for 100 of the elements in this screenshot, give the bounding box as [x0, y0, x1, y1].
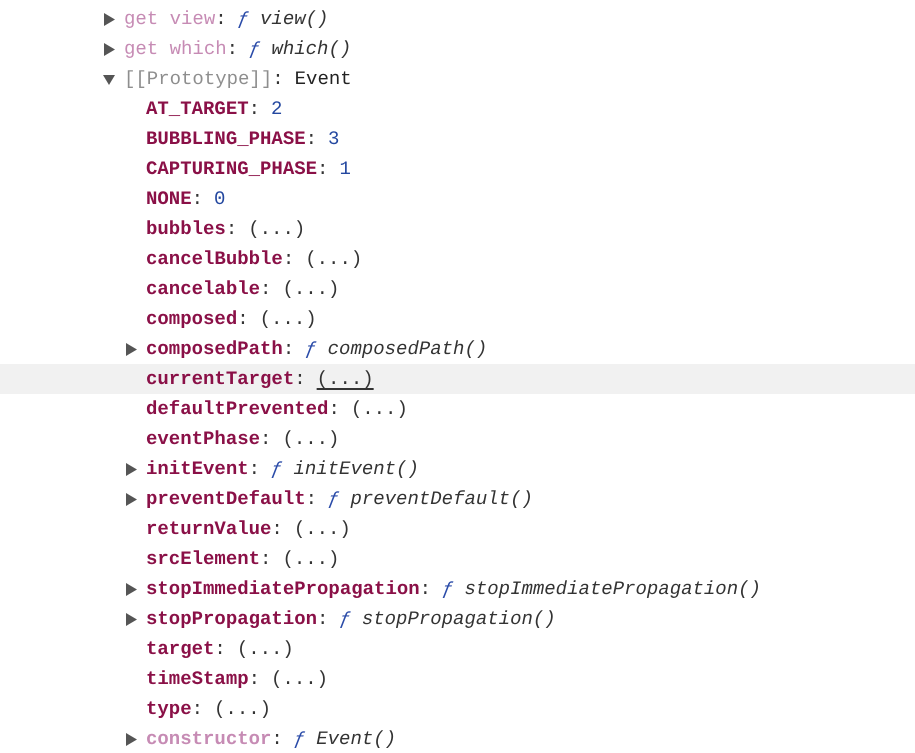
key-separator: : — [271, 517, 283, 541]
function-sign: ƒ — [339, 607, 351, 631]
property-key: returnValue — [146, 517, 272, 541]
getter-value[interactable]: (...) — [248, 217, 306, 241]
caret-right-icon[interactable] — [125, 492, 137, 506]
highlighted-row[interactable]: currentTarget: (...) — [0, 364, 915, 394]
getter-value[interactable]: (...) — [294, 517, 351, 541]
key-separator: : — [260, 277, 272, 301]
property-key: timeStamp — [146, 667, 249, 691]
key-separator: : — [271, 727, 283, 751]
function-signature: composedPath() — [328, 337, 488, 361]
property-key: currentTarget — [146, 367, 294, 391]
getter-value[interactable]: (...) — [260, 307, 317, 331]
function-sign: ƒ — [328, 487, 340, 511]
tree-row[interactable]: composed: (...) — [0, 304, 915, 334]
getter-value[interactable]: (...) — [350, 397, 408, 421]
tree-row[interactable]: NONE: 0 — [0, 184, 915, 214]
caret-right-icon[interactable] — [103, 42, 115, 56]
function-signature: preventDefault() — [350, 487, 533, 511]
tree-row[interactable]: get which: ƒ which() — [0, 34, 915, 64]
tree-row[interactable]: timeStamp: (...) — [0, 664, 915, 694]
property-key: AT_TARGET — [146, 97, 249, 121]
key-separator: : — [306, 487, 318, 511]
tree-row[interactable]: stopPropagation: ƒ stopPropagation() — [0, 604, 915, 634]
key-separator: : — [282, 247, 294, 271]
key-separator: : — [420, 577, 432, 601]
key-separator: : — [272, 67, 284, 91]
property-key: get which — [124, 37, 227, 61]
caret-right-icon[interactable] — [103, 12, 115, 26]
tree-row[interactable]: cancelBubble: (...) — [0, 244, 915, 274]
property-key: preventDefault — [146, 487, 306, 511]
tree-row[interactable]: bubbles: (...) — [0, 214, 915, 244]
key-separator: : — [260, 547, 272, 571]
function-signature: which() — [271, 37, 352, 61]
getter-value[interactable]: (...) — [282, 427, 340, 451]
key-separator: : — [260, 427, 272, 451]
tree-row[interactable]: BUBBLING_PHASE: 3 — [0, 124, 915, 154]
property-key: cancelable — [146, 277, 260, 301]
number-value: 0 — [214, 187, 226, 211]
tree-row[interactable]: returnValue: (...) — [0, 514, 915, 544]
tree-row[interactable]: constructor: ƒ Event() — [0, 724, 915, 753]
property-key: initEvent — [146, 457, 249, 481]
tree-row[interactable]: CAPTURING_PHASE: 1 — [0, 154, 915, 184]
key-separator: : — [328, 397, 340, 421]
property-key: stopImmediatePropagation — [146, 577, 420, 601]
tree-row[interactable]: cancelable: (...) — [0, 274, 915, 304]
function-sign: ƒ — [442, 577, 454, 601]
caret-right-icon[interactable] — [125, 462, 137, 476]
tree-row[interactable]: initEvent: ƒ initEvent() — [0, 454, 915, 484]
number-value: 2 — [271, 97, 282, 121]
property-key: composed — [146, 307, 238, 331]
property-key: constructor — [146, 727, 272, 751]
tree-row[interactable]: defaultPrevented: (...) — [0, 394, 915, 424]
getter-value[interactable]: (...) — [316, 367, 374, 391]
property-key: bubbles — [146, 217, 226, 241]
key-separator: : — [294, 367, 306, 391]
tree-row[interactable]: type: (...) — [0, 694, 915, 724]
caret-right-icon[interactable] — [125, 732, 137, 746]
caret-right-icon[interactable] — [125, 342, 137, 356]
getter-value[interactable]: (...) — [282, 547, 340, 571]
tree-row[interactable]: composedPath: ƒ composedPath() — [0, 334, 915, 364]
tree-row[interactable]: AT_TARGET: 2 — [0, 94, 915, 124]
number-value: 1 — [339, 157, 351, 181]
property-key: NONE — [146, 187, 192, 211]
getter-value[interactable]: (...) — [305, 247, 362, 271]
function-sign: ƒ — [294, 727, 306, 751]
key-separator: : — [192, 697, 204, 721]
prototype-type: Event — [294, 67, 352, 91]
key-separator: : — [248, 457, 260, 481]
property-key: composedPath — [146, 337, 283, 361]
key-separator: : — [237, 307, 249, 331]
key-separator: : — [226, 217, 238, 241]
property-key: target — [146, 637, 214, 661]
tree-row[interactable]: srcElement: (...) — [0, 544, 915, 574]
property-key: defaultPrevented — [146, 397, 328, 421]
key-separator: : — [306, 127, 318, 151]
caret-down-icon[interactable] — [103, 72, 115, 86]
caret-right-icon[interactable] — [125, 612, 137, 626]
key-separator: : — [317, 157, 328, 181]
function-sign: ƒ — [249, 37, 260, 61]
tree-row[interactable]: stopImmediatePropagation: ƒ stopImmediatePropagation() — [0, 574, 915, 604]
property-key: CAPTURING_PHASE — [146, 157, 318, 181]
function-signature: initEvent() — [293, 457, 419, 481]
tree-row[interactable]: preventDefault: ƒ preventDefault() — [0, 484, 915, 514]
getter-value[interactable]: (...) — [236, 637, 294, 661]
property-key: get view — [124, 7, 216, 31]
property-key: cancelBubble — [146, 247, 283, 271]
number-value: 3 — [328, 127, 340, 151]
tree-row[interactable]: eventPhase: (...) — [0, 424, 915, 454]
property-key: type — [146, 697, 192, 721]
tree-row[interactable]: [[Prototype]]: Event — [0, 64, 915, 94]
getter-value[interactable]: (...) — [271, 667, 328, 691]
key-separator: : — [248, 667, 260, 691]
function-sign: ƒ — [238, 7, 250, 31]
tree-row[interactable]: target: (...) — [0, 634, 915, 664]
getter-value[interactable]: (...) — [214, 697, 272, 721]
property-key: stopPropagation — [146, 607, 318, 631]
getter-value[interactable]: (...) — [282, 277, 340, 301]
caret-right-icon[interactable] — [125, 582, 137, 596]
tree-row[interactable]: get view: ƒ view() — [0, 4, 915, 34]
